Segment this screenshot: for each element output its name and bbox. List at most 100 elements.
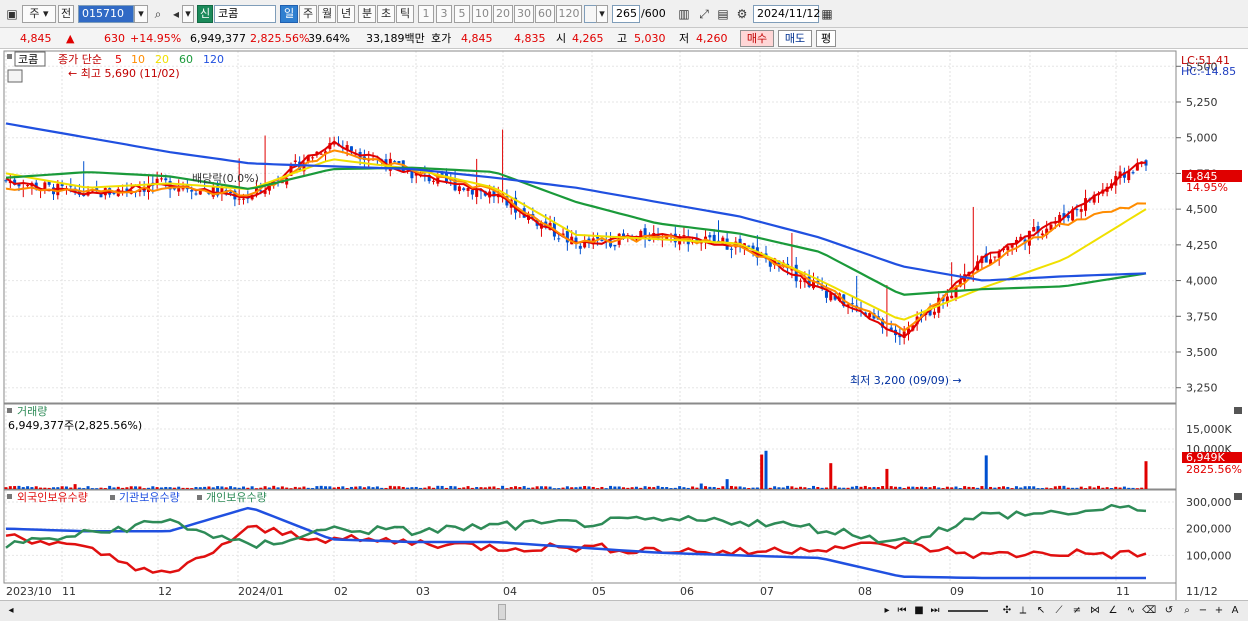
volume-bar xyxy=(43,487,47,489)
last-page-icon[interactable]: ⏭ xyxy=(928,603,942,618)
date-input[interactable]: 2024/11/12 xyxy=(753,5,820,23)
volume-bar xyxy=(432,487,435,489)
volume-bar xyxy=(147,487,150,489)
restore-icon[interactable]: ↺ xyxy=(1162,603,1176,618)
period-tick-button[interactable]: 틱 xyxy=(396,5,414,23)
scroll-right-icon[interactable]: ▸ xyxy=(880,603,894,618)
price-tick-label: 3,250 xyxy=(1186,382,1218,395)
volume-bar xyxy=(829,463,833,489)
cycle-tool-icon[interactable]: ∿ xyxy=(1124,603,1138,618)
x-tick-label: 11 xyxy=(62,585,76,598)
save-icon[interactable]: ▤ xyxy=(715,6,731,22)
indicator-list-icon[interactable] xyxy=(7,69,23,83)
custom-interval-dropdown[interactable]: ▾ xyxy=(596,5,608,23)
volume-bar xyxy=(1062,485,1066,489)
eraser-icon[interactable]: ⌫ xyxy=(1142,603,1156,618)
open-label: 시 xyxy=(556,32,567,45)
measure-icon[interactable]: ⟂ xyxy=(1016,603,1030,618)
period-year-button[interactable]: 년 xyxy=(337,5,355,23)
stock-code-input[interactable]: 015710 xyxy=(78,5,134,23)
scroll-left-icon[interactable]: ◂ xyxy=(4,603,18,618)
channel-tool-icon[interactable]: ≠ xyxy=(1070,603,1084,618)
speaker-dropdown-button[interactable]: ▾ xyxy=(182,5,194,23)
interval-3-button[interactable]: 3 xyxy=(436,5,452,23)
period-minute-button[interactable]: 분 xyxy=(358,5,376,23)
angle-tool-icon[interactable]: ∠ xyxy=(1106,603,1120,618)
period-day-button[interactable]: 일 xyxy=(280,5,298,23)
volume-bar xyxy=(229,486,233,489)
holdings-panel-minimize-icon[interactable] xyxy=(1234,493,1242,500)
line-tool-icon[interactable]: ↖ xyxy=(1034,603,1048,618)
avg-button[interactable]: 평 xyxy=(816,30,836,47)
period-second-button[interactable]: 초 xyxy=(377,5,395,23)
volume-bar xyxy=(349,486,353,489)
fib-tool-icon[interactable]: ⋈ xyxy=(1088,603,1102,618)
volume-bar xyxy=(812,485,815,489)
interval-30-button[interactable]: 30 xyxy=(514,5,534,23)
holdings-legend-sep2-icon xyxy=(197,495,202,500)
volume-bar xyxy=(643,486,647,489)
ask-price: 4,845 xyxy=(461,32,493,45)
window-layout-icon[interactable]: ▣ xyxy=(4,6,20,22)
volume-bar xyxy=(647,486,651,489)
volume-bar xyxy=(837,487,841,489)
zoom-out-icon[interactable]: − xyxy=(1196,603,1210,618)
volume-bar xyxy=(1036,488,1040,490)
holdings-panel-menu-icon[interactable] xyxy=(7,494,12,499)
volume-bar xyxy=(846,487,850,489)
crosshair-icon[interactable]: ✣ xyxy=(1000,603,1014,618)
interval-120-button[interactable]: 120 xyxy=(556,5,582,23)
volume-bar xyxy=(134,486,138,489)
calendar-icon[interactable]: ▦ xyxy=(819,6,835,22)
prev-button[interactable]: 전 xyxy=(58,5,74,23)
interval-60-button[interactable]: 60 xyxy=(535,5,555,23)
interval-20-button[interactable]: 20 xyxy=(493,5,513,23)
volume-bar xyxy=(1140,487,1144,489)
interval-1-button[interactable]: 1 xyxy=(418,5,434,23)
volume-bar xyxy=(833,485,837,489)
zoom-search-icon[interactable]: ⌕ xyxy=(1180,603,1194,618)
volume-bar xyxy=(112,487,116,489)
stop-icon[interactable]: ■ xyxy=(912,603,926,618)
volume-bar xyxy=(1135,488,1139,490)
chart-scrollbar[interactable]: ◂ ▸ ⏮ ■ ⏭ ✣ ⟂ ↖ ⟋ ≠ ⋈ ∠ ∿ ⌫ ↺ ⌕ − + A xyxy=(0,600,1248,621)
volume-bar xyxy=(384,487,388,489)
draw-tools-icon[interactable]: ⤢ xyxy=(696,6,712,22)
volume-bar xyxy=(941,488,945,490)
sell-button[interactable]: 매도 xyxy=(778,30,812,47)
font-size-icon[interactable]: A xyxy=(1228,603,1242,618)
candle-body xyxy=(242,198,245,200)
hoga-label: 호가 xyxy=(431,32,452,45)
stock-name-field[interactable]: 코콤 xyxy=(214,5,276,23)
buy-button[interactable]: 매수 xyxy=(740,30,774,47)
trend-tool-icon[interactable]: ⟋ xyxy=(1052,603,1066,618)
volume-bar xyxy=(164,486,168,489)
volume-panel-menu-icon[interactable] xyxy=(7,408,12,413)
chart-type-icon[interactable]: ▥ xyxy=(676,6,692,22)
ma-legend-item: 10 xyxy=(131,53,145,66)
zoom-track[interactable] xyxy=(948,610,988,612)
high-annotation-text: 최고 5,690 (11/02) xyxy=(81,67,180,80)
scroll-thumb[interactable] xyxy=(498,604,506,620)
count-input[interactable]: 265 xyxy=(612,5,640,23)
volume-bar xyxy=(794,487,798,489)
candle-body xyxy=(26,185,30,187)
first-page-icon[interactable]: ⏮ xyxy=(895,603,909,618)
volume-panel-minimize-icon[interactable] xyxy=(1234,407,1242,414)
interval-5-button[interactable]: 5 xyxy=(454,5,470,23)
panel-menu-icon[interactable] xyxy=(7,54,12,59)
x-tick-label: 11/12 xyxy=(1186,585,1218,598)
gear-icon[interactable]: ⚙ xyxy=(734,6,750,22)
market-select[interactable]: 주 ▾ xyxy=(22,5,56,23)
chart-area[interactable]: 5,5005,2505,0004,7504,5004,2504,0003,750… xyxy=(0,49,1248,600)
period-week-button[interactable]: 주 xyxy=(299,5,317,23)
zoom-in-icon[interactable]: + xyxy=(1212,603,1226,618)
volume-bar xyxy=(419,487,423,489)
volume-bar xyxy=(181,487,185,489)
search-icon[interactable]: ⌕ xyxy=(150,6,166,22)
interval-10-button[interactable]: 10 xyxy=(472,5,492,23)
period-month-button[interactable]: 월 xyxy=(318,5,336,23)
candle-body xyxy=(613,244,617,247)
code-dropdown-button[interactable]: ▾ xyxy=(134,5,148,23)
candle-body xyxy=(393,161,397,163)
